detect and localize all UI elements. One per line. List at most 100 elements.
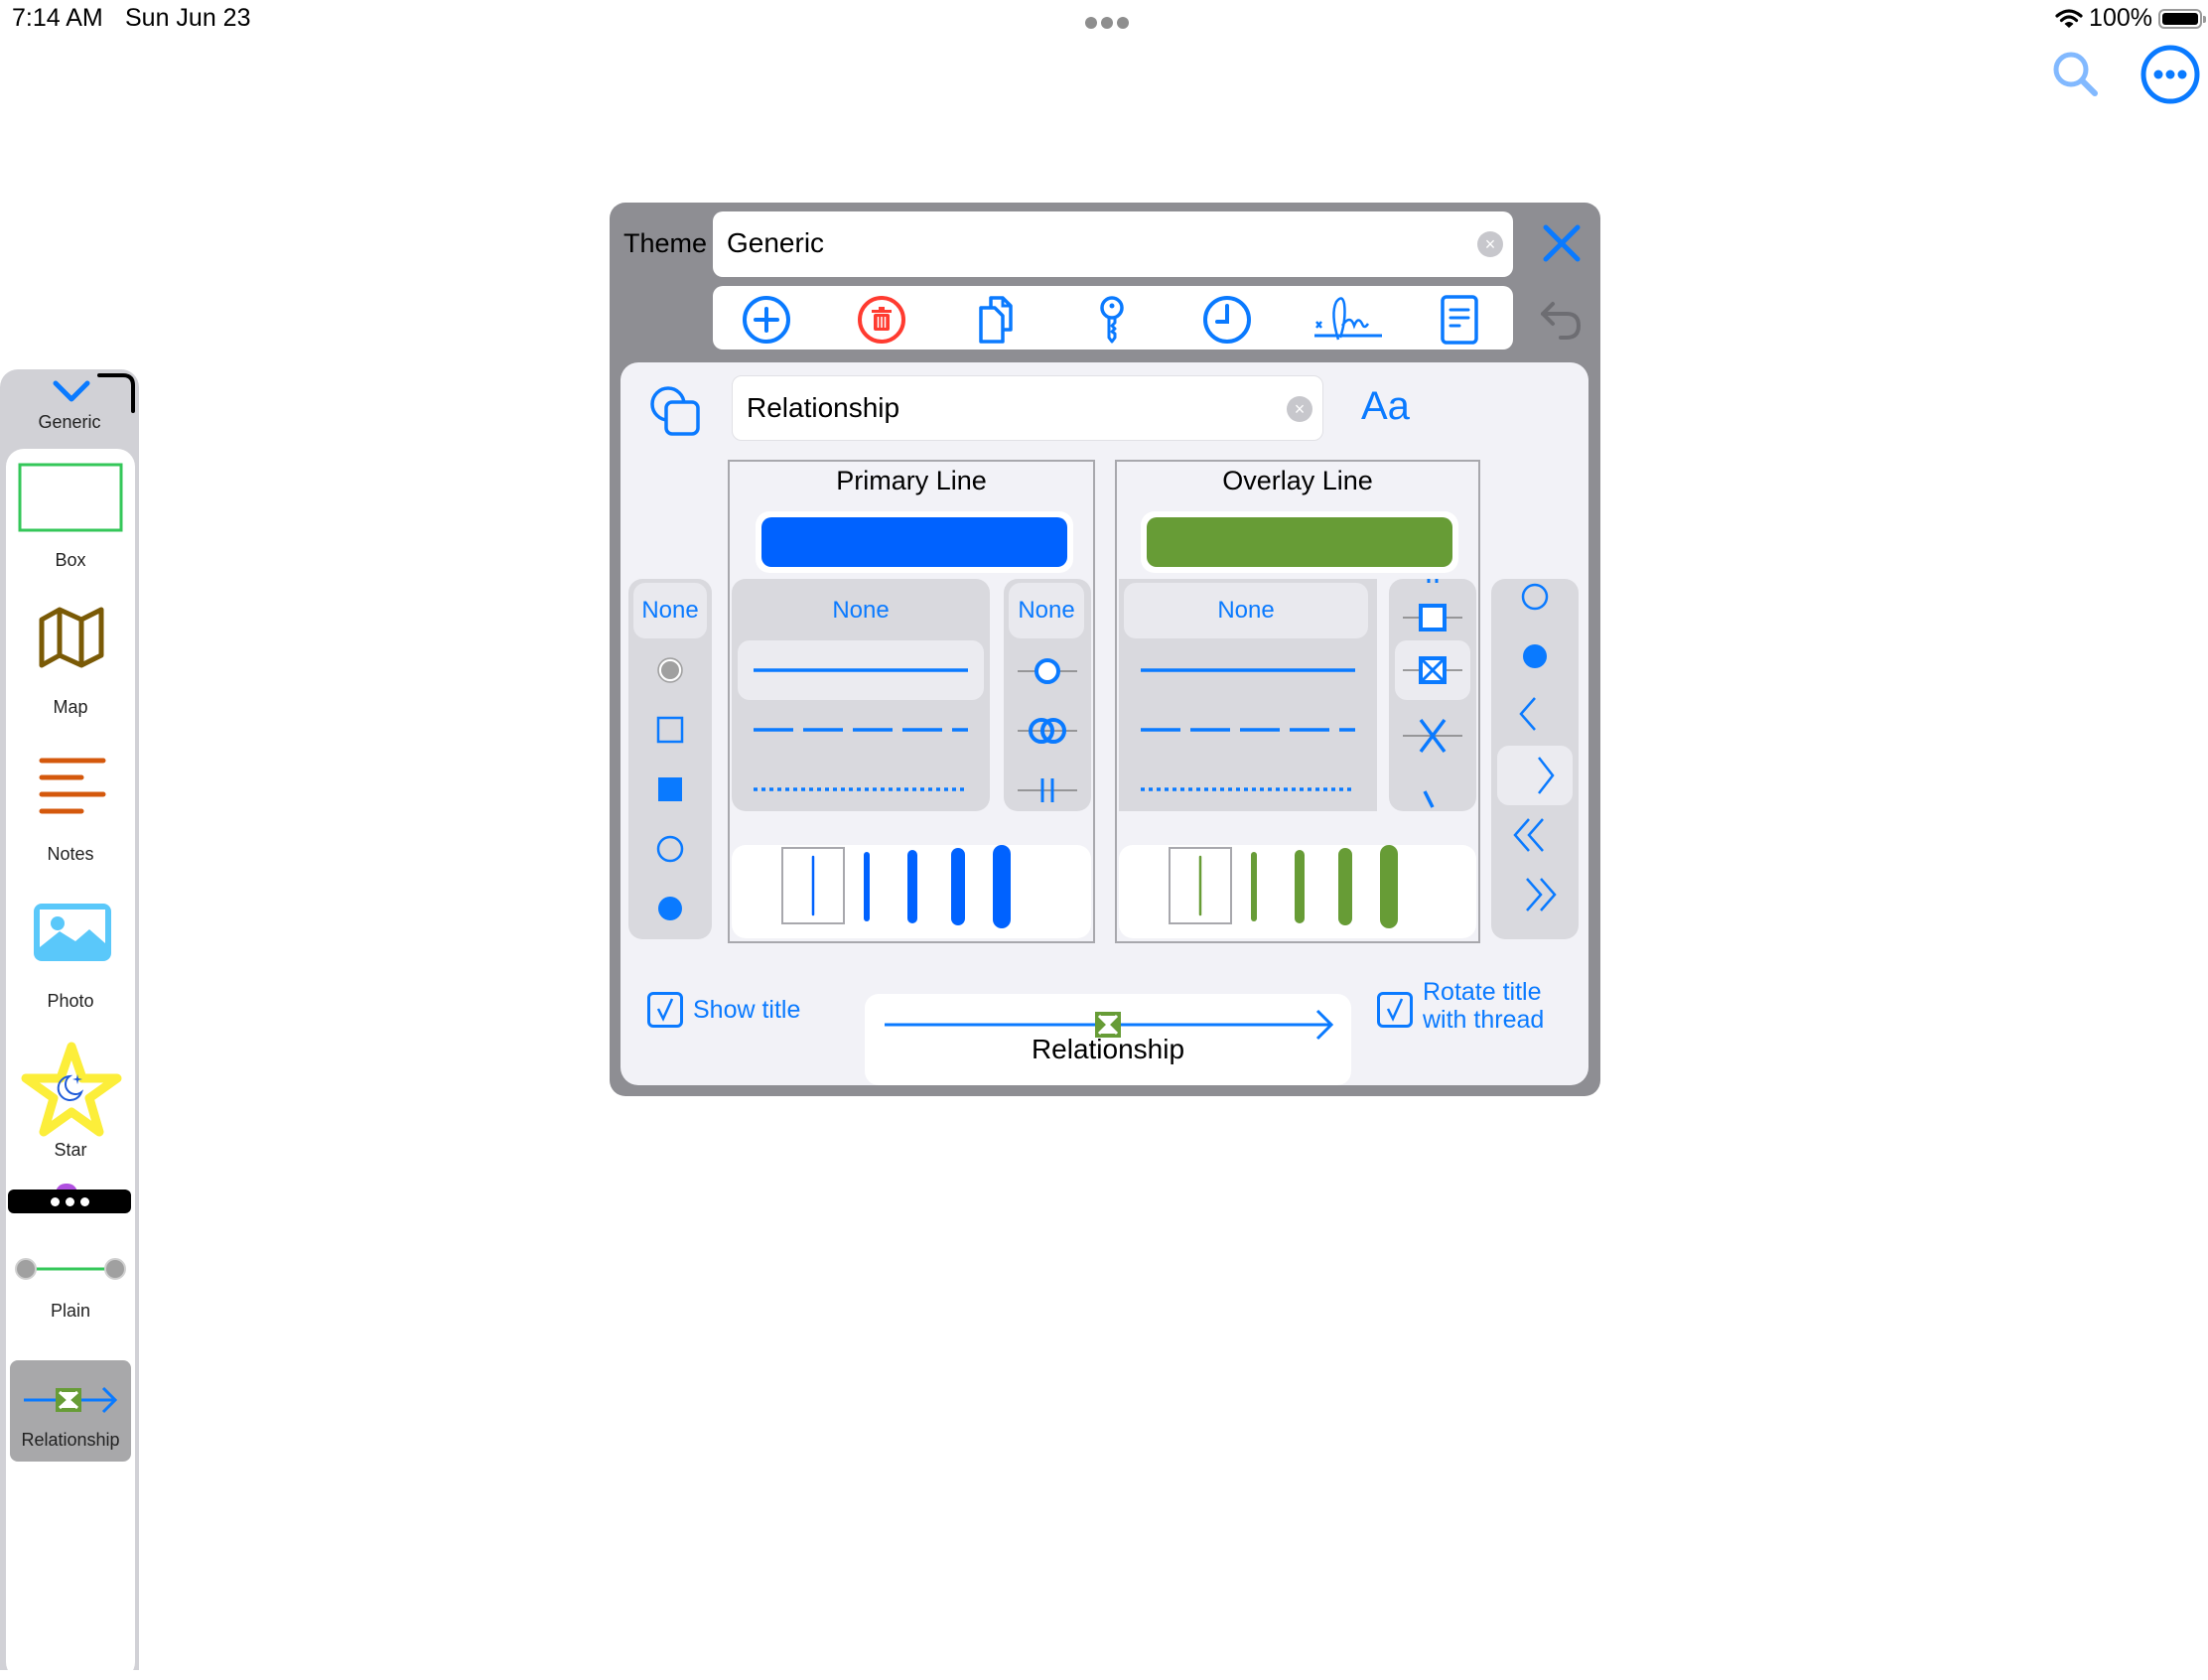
show-title-label[interactable]: Show title [693, 996, 800, 1024]
sidebar-more-menu[interactable] [6, 1184, 135, 1223]
overlay-line-title: Overlay Line [1222, 466, 1373, 495]
rotate-title-checkbox[interactable] [1377, 992, 1413, 1028]
primary-weight-3[interactable] [900, 847, 924, 926]
circle-outline-arrow-icon[interactable] [1519, 581, 1551, 613]
key-button[interactable] [1086, 294, 1138, 346]
document-icon [1441, 295, 1478, 345]
primary-pattern-dashed[interactable] [738, 700, 984, 760]
primary-pattern-solid[interactable] [738, 640, 984, 700]
circle-filled-arrow-icon[interactable] [1519, 640, 1551, 672]
overlay-weight-3[interactable] [1288, 847, 1311, 926]
rotate-title-label-line1: Rotate title [1423, 978, 1542, 1006]
sidebar-item-box[interactable]: Box [6, 449, 135, 588]
overlay-color-swatch[interactable] [1141, 511, 1458, 573]
sidebar-item-map[interactable]: Map [6, 598, 135, 737]
wifi-icon [2055, 8, 2083, 28]
overlay-weight-2[interactable] [1242, 847, 1266, 926]
square-outline-cap-icon[interactable] [656, 716, 684, 744]
history-button[interactable] [1201, 294, 1253, 346]
chevron-right-arrow-selected[interactable] [1497, 746, 1573, 805]
crossed-square-marker-icon [1403, 656, 1462, 684]
primary-weight-selector[interactable] [732, 845, 1091, 938]
primary-weight-2[interactable] [855, 847, 879, 926]
style-name-input[interactable]: Relationship × [732, 375, 1323, 441]
sidebar-item-label: Relationship [21, 1430, 120, 1450]
more-menu-icon[interactable] [8, 1190, 131, 1213]
overlay-marker-column[interactable] [1389, 579, 1476, 811]
overlay-weight-5[interactable] [1377, 845, 1401, 928]
clear-style-name-icon[interactable]: × [1287, 396, 1312, 422]
sidebar-item-star[interactable]: Star [6, 1042, 135, 1184]
resize-corner-icon[interactable] [95, 371, 137, 413]
close-button[interactable] [1541, 222, 1583, 264]
start-cap-column[interactable]: None [628, 579, 712, 939]
gray-dot-cap-icon[interactable] [656, 656, 684, 684]
style-name-value[interactable]: Relationship [747, 392, 899, 424]
rotate-title-label-line2: with thread [1423, 1006, 1545, 1034]
overlay-weight-selector[interactable] [1119, 845, 1476, 938]
theme-name-value[interactable]: Generic [727, 227, 824, 259]
primary-pattern-column[interactable]: None [732, 579, 990, 811]
map-icon [39, 607, 104, 668]
multitasking-dots-icon[interactable] [1085, 17, 1129, 31]
double-circle-marker-icon[interactable] [1018, 716, 1077, 746]
square-marker-icon[interactable] [1403, 603, 1462, 632]
primary-pattern-none[interactable]: None [737, 583, 985, 638]
overlay-pattern-none[interactable]: None [1124, 583, 1368, 638]
sidebar-item-notes[interactable]: Notes [6, 747, 135, 886]
sidebar-item-label: Notes [47, 844, 94, 864]
x-marker-icon[interactable] [1403, 716, 1462, 756]
preview-title: Relationship [1031, 1034, 1185, 1064]
add-theme-button[interactable] [741, 294, 792, 346]
circle-outline-cap-icon[interactable] [656, 835, 684, 863]
crossed-square-marker-selected[interactable] [1395, 640, 1470, 700]
undo-button[interactable] [1539, 298, 1585, 344]
font-button[interactable]: Aa [1361, 384, 1410, 429]
battery-percent: 100% [2089, 4, 2152, 32]
search-button[interactable] [2047, 46, 2107, 105]
shape-style-button[interactable] [648, 384, 702, 438]
primary-marker-none[interactable]: None [1009, 583, 1084, 638]
chevron-down-icon[interactable] [52, 379, 91, 405]
overlay-pattern-dotted[interactable] [1125, 760, 1371, 819]
overlay-weight-1-selected[interactable] [1169, 847, 1232, 924]
overlay-weight-4[interactable] [1333, 847, 1357, 926]
sidebar-theme-selector[interactable]: Generic [0, 369, 139, 445]
clear-theme-name-icon[interactable]: × [1477, 231, 1503, 257]
overlay-pattern-dashed[interactable] [1125, 700, 1371, 760]
start-cap-none[interactable]: None [633, 583, 707, 638]
rotate-title-label[interactable]: Rotate title with thread [1423, 978, 1544, 1034]
circle-filled-cap-icon[interactable] [656, 895, 684, 922]
primary-color-swatch[interactable] [756, 511, 1073, 573]
square-filled-cap-icon[interactable] [656, 775, 684, 803]
sidebar-item-relationship[interactable]: Relationship [10, 1360, 131, 1462]
sidebar-item-plain[interactable]: Plain [6, 1243, 135, 1352]
primary-weight-1-selected[interactable] [781, 847, 845, 924]
sidebar-item-label: Star [54, 1140, 87, 1160]
sidebar-shape-list[interactable]: Box Map Notes Photo Star Plain Relations… [6, 449, 135, 1680]
undo-icon [1541, 302, 1582, 340]
overlay-pattern-column[interactable]: None [1119, 579, 1377, 811]
more-options-button[interactable] [2139, 44, 2201, 105]
delete-theme-button[interactable] [856, 294, 907, 346]
signature-button[interactable] [1312, 294, 1384, 346]
primary-pattern-dotted[interactable] [738, 760, 984, 819]
checkmark-icon [656, 998, 674, 1022]
chevron-left-arrow-icon[interactable] [1511, 694, 1543, 734]
show-title-checkbox[interactable] [647, 992, 683, 1028]
primary-weight-5[interactable] [990, 845, 1014, 928]
double-chevron-right-arrow-icon[interactable] [1517, 875, 1561, 914]
primary-marker-column[interactable]: None [1004, 579, 1091, 811]
duplicate-theme-button[interactable] [971, 294, 1023, 346]
circle-marker-icon[interactable] [1018, 656, 1077, 686]
partial-marker-icon [1423, 790, 1435, 808]
overlay-pattern-solid[interactable] [1125, 640, 1371, 700]
sidebar-item-photo[interactable]: Photo [6, 896, 135, 1035]
end-arrow-column[interactable] [1491, 579, 1579, 939]
document-button[interactable] [1434, 294, 1485, 346]
double-bar-marker-icon[interactable] [1018, 775, 1077, 805]
theme-name-input[interactable]: Generic × [713, 211, 1513, 277]
primary-line-section: Primary Line None None [728, 460, 1095, 943]
double-chevron-left-arrow-icon[interactable] [1509, 815, 1553, 855]
primary-weight-4[interactable] [946, 847, 970, 926]
